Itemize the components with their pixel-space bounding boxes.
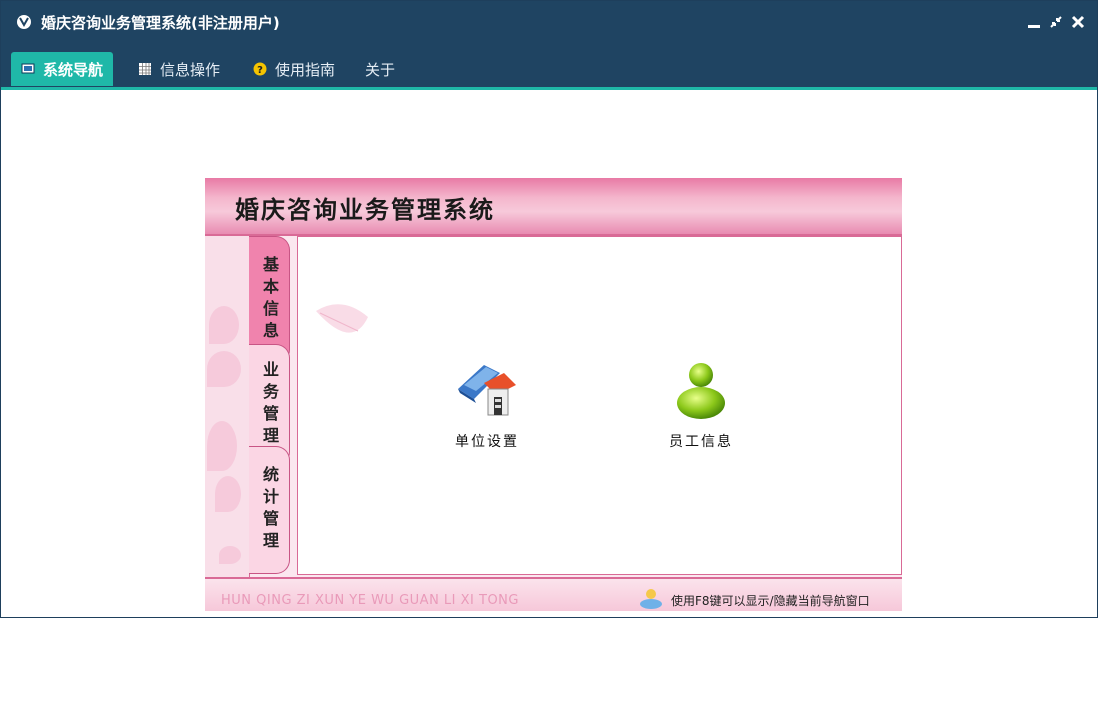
grid-icon bbox=[139, 63, 151, 75]
user-icon bbox=[677, 363, 725, 419]
close-button[interactable] bbox=[1069, 13, 1087, 31]
petal-decoration bbox=[207, 421, 237, 471]
decorative-sidebar bbox=[205, 236, 250, 577]
app-logo-icon bbox=[15, 13, 33, 31]
panel-footer: HUN QING ZI XUN YE WU GUAN LI XI TONG 使用… bbox=[205, 577, 902, 611]
navigation-panel: 婚庆咨询业务管理系统 基本信息 业务管理 统计管理 单位设置 员工信息 HUN … bbox=[205, 178, 902, 611]
petal-decoration bbox=[215, 476, 241, 512]
petal-decoration bbox=[209, 306, 239, 344]
minimize-button[interactable] bbox=[1025, 13, 1043, 31]
restore-button[interactable] bbox=[1047, 13, 1065, 31]
monitor-icon bbox=[21, 63, 35, 74]
tab-label: 信息操作 bbox=[160, 60, 221, 79]
svg-text:?: ? bbox=[257, 65, 263, 76]
panel-title: 婚庆咨询业务管理系统 bbox=[235, 195, 495, 224]
tab-label: 系统导航 bbox=[43, 60, 104, 79]
tab-system-navigation[interactable]: 系统导航 bbox=[11, 52, 114, 86]
side-tab-statistics-management[interactable]: 统计管理 bbox=[249, 446, 290, 574]
footer-hint: 使用F8键可以显示/隐藏当前导航窗口 bbox=[671, 594, 870, 608]
unit-settings-button[interactable]: 单位设置 bbox=[432, 359, 542, 451]
petal-decoration bbox=[316, 304, 368, 333]
side-tab-label: 基本信息 bbox=[260, 256, 279, 344]
side-tab-label: 业务管理 bbox=[260, 361, 279, 449]
nav-item-label: 单位设置 bbox=[455, 434, 519, 450]
nav-item-label: 员工信息 bbox=[669, 434, 733, 450]
building-icon bbox=[458, 365, 516, 416]
help-icon: ? bbox=[253, 62, 267, 76]
tab-label: 关于 bbox=[365, 60, 396, 79]
tab-label: 使用指南 bbox=[275, 60, 336, 79]
window-title: 婚庆咨询业务管理系统(非注册用户) bbox=[41, 14, 280, 32]
petal-decoration bbox=[219, 546, 241, 564]
navigation-content: 单位设置 员工信息 bbox=[297, 236, 902, 575]
tab-user-guide[interactable]: ? 使用指南 bbox=[253, 52, 335, 86]
employee-info-button[interactable]: 员工信息 bbox=[646, 359, 756, 451]
title-bar: 婚庆咨询业务管理系统(非注册用户) bbox=[1, 1, 1097, 45]
person-icon bbox=[638, 587, 664, 611]
footer-pinyin: HUN QING ZI XUN YE WU GUAN LI XI TONG bbox=[221, 593, 519, 608]
side-tab-label: 统计管理 bbox=[260, 466, 279, 554]
tab-info-operations[interactable]: 信息操作 bbox=[138, 52, 220, 86]
menu-bar: 系统导航 信息操作 ? 使用指南 关于 bbox=[1, 45, 1097, 90]
tab-about[interactable]: 关于 bbox=[365, 52, 395, 86]
panel-header: 婚庆咨询业务管理系统 bbox=[205, 178, 902, 234]
petal-decoration bbox=[207, 351, 241, 387]
